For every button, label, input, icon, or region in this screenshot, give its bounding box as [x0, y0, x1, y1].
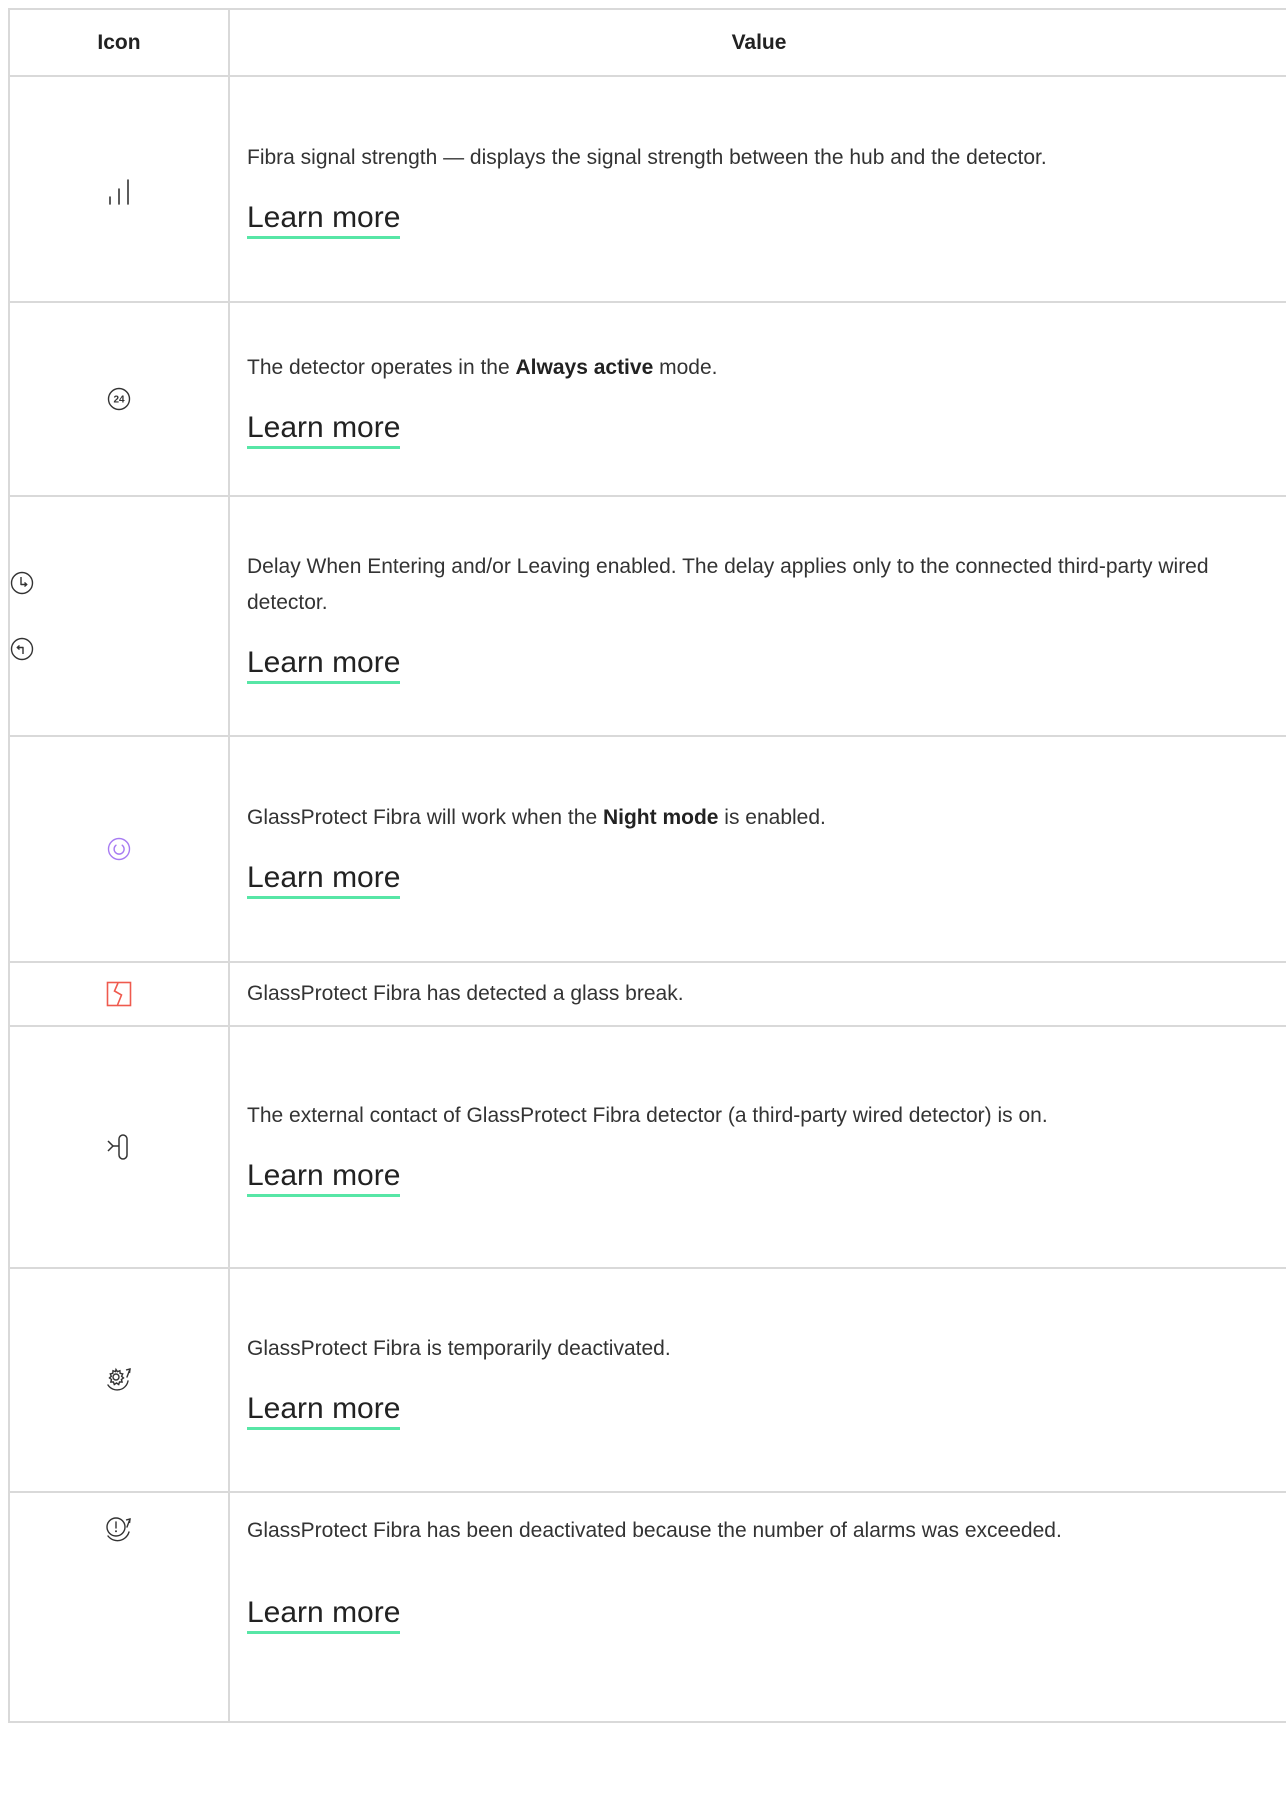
icon-cell [8, 1267, 230, 1493]
temporarily-deactivated-icon [104, 1365, 134, 1395]
icon-cell [8, 1025, 230, 1269]
value-cell: GlassProtect Fibra has been deactivated … [228, 1491, 1286, 1723]
svg-text:24: 24 [113, 395, 125, 406]
value-cell: Fibra signal strength — displays the sig… [228, 75, 1286, 303]
learn-more-link[interactable]: Learn more [247, 645, 401, 684]
delay-entering-icon [10, 571, 228, 595]
table-row: Delay When Entering and/or Leaving enabl… [8, 495, 1286, 737]
row-description: GlassProtect Fibra is temporarily deacti… [247, 1336, 671, 1360]
value-cell: GlassProtect Fibra is temporarily deacti… [228, 1267, 1286, 1493]
table-row: GlassProtect Fibra has detected a glass … [8, 961, 1286, 1027]
learn-more-link[interactable]: Learn more [247, 410, 401, 449]
row-description: Fibra signal strength — displays the sig… [247, 145, 1047, 169]
row-description: The detector operates in the Always acti… [247, 355, 718, 379]
value-cell: Delay When Entering and/or Leaving enabl… [228, 495, 1286, 737]
row-description: Delay When Entering and/or Leaving enabl… [247, 554, 1209, 614]
header-icon: Icon [8, 8, 230, 77]
external-contact-icon [105, 1133, 133, 1161]
learn-more-link[interactable]: Learn more [247, 200, 401, 239]
alarms-exceeded-icon [104, 1515, 134, 1545]
header-value: Value [228, 8, 1286, 77]
table-row: 24 The detector operates in the Always a… [8, 301, 1286, 497]
row-description: GlassProtect Fibra has detected a glass … [247, 982, 684, 1005]
learn-more-link[interactable]: Learn more [247, 1158, 401, 1197]
learn-more-link[interactable]: Learn more [247, 860, 401, 899]
icons-table: Icon Value Fibra signal strength — displ… [8, 8, 1286, 1723]
night-mode-icon [107, 837, 131, 861]
signal-strength-icon [106, 179, 132, 205]
value-cell: GlassProtect Fibra has detected a glass … [228, 961, 1286, 1027]
icon-cell [8, 735, 230, 963]
delay-leaving-icon [10, 637, 228, 661]
value-cell: The external contact of GlassProtect Fib… [228, 1025, 1286, 1269]
row-description: GlassProtect Fibra has been deactivated … [247, 1519, 1062, 1542]
icon-cell [8, 75, 230, 303]
table-row: Fibra signal strength — displays the sig… [8, 75, 1286, 303]
table-row: GlassProtect Fibra has been deactivated … [8, 1491, 1286, 1723]
row-description: The external contact of GlassProtect Fib… [247, 1103, 1048, 1127]
icon-cell [8, 1491, 230, 1723]
value-cell: GlassProtect Fibra will work when the Ni… [228, 735, 1286, 963]
table-row: GlassProtect Fibra will work when the Ni… [8, 735, 1286, 963]
learn-more-link[interactable]: Learn more [247, 1391, 401, 1430]
icon-cell [8, 495, 230, 737]
glass-break-icon [106, 981, 132, 1007]
icon-cell [8, 961, 230, 1027]
learn-more-link[interactable]: Learn more [247, 1595, 401, 1634]
page-frame: Icon Value Fibra signal strength — displ… [8, 8, 1286, 1820]
table-row: GlassProtect Fibra is temporarily deacti… [8, 1267, 1286, 1493]
row-description: GlassProtect Fibra will work when the Ni… [247, 805, 826, 829]
always-active-24-icon: 24 [107, 387, 131, 411]
value-cell: The detector operates in the Always acti… [228, 301, 1286, 497]
table-row: The external contact of GlassProtect Fib… [8, 1025, 1286, 1269]
icon-cell: 24 [8, 301, 230, 497]
table-header-row: Icon Value [8, 8, 1286, 77]
